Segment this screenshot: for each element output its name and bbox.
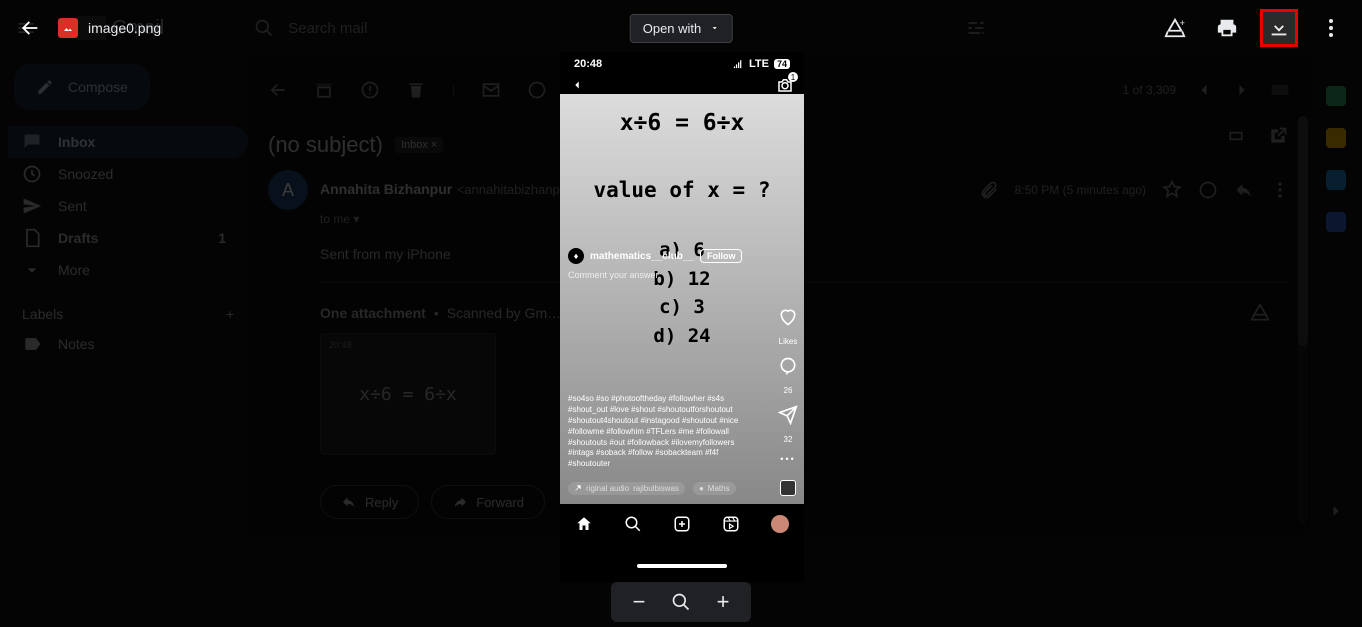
open-with-button[interactable]: Open with — [630, 14, 733, 43]
question-text: value of x = ? — [560, 136, 804, 202]
follow-pill: Follow — [700, 249, 743, 263]
share-icon — [778, 405, 798, 425]
comments-count: 26 — [784, 386, 793, 395]
zoom-controls: − + — [611, 582, 751, 622]
download-icon — [1268, 17, 1290, 39]
likes-label: Likes — [779, 337, 798, 346]
audio-original: riginal audio — [586, 484, 629, 493]
reel-author: ♦ mathematics__club__ Follow — [568, 248, 742, 264]
more-button[interactable] — [1312, 9, 1350, 47]
heart-icon — [778, 307, 798, 327]
svg-text:+: + — [1180, 18, 1185, 28]
open-with-label: Open with — [643, 21, 702, 36]
zoom-in-button[interactable]: + — [711, 590, 735, 614]
reel-content: x÷6 = 6÷x value of x = ? a) 6 b) 12 c) 3… — [560, 94, 804, 504]
dot-icon — [1329, 19, 1333, 23]
reel-actions-rail: Likes 26 32 ••• — [778, 307, 798, 464]
camera-icon: 1 — [776, 76, 794, 94]
home-icon — [575, 515, 593, 533]
shares-count: 32 — [784, 435, 793, 444]
status-network: LTE — [749, 58, 769, 70]
arrow-up-right-icon — [574, 484, 582, 492]
magnifier-icon — [671, 592, 691, 612]
preview-filename: image0.png — [88, 20, 161, 36]
add-post-icon — [673, 515, 691, 533]
preview-back-button[interactable] — [12, 10, 48, 46]
equation-text: x÷6 = 6÷x — [560, 94, 804, 136]
option-c: c) 3 — [560, 293, 804, 322]
printer-icon — [1216, 17, 1238, 39]
status-time: 20:48 — [574, 58, 602, 70]
more-horiz-icon: ••• — [780, 454, 795, 464]
hashtags-text: #so4so #so #photooftheday #followher #s4… — [568, 394, 754, 470]
add-to-drive-button[interactable]: + — [1156, 9, 1194, 47]
drive-icon: + — [1164, 17, 1186, 39]
audio-user: rajibulbiswas — [633, 484, 679, 493]
search-nav-icon — [624, 515, 642, 533]
phone-status-bar: 20:48 LTE 74 — [560, 52, 804, 72]
zoom-reset-button[interactable] — [669, 590, 693, 614]
reel-audio-row: riginal audio rajibulbiswas ● Maths — [568, 480, 796, 496]
preview-image[interactable]: 20:48 LTE 74 1 x÷6 = 6÷x value of x = ? … — [560, 52, 804, 582]
print-button[interactable] — [1208, 9, 1246, 47]
audio-chip: riginal audio rajibulbiswas — [568, 482, 685, 495]
option-d: d) 24 — [560, 322, 804, 351]
instagram-footer — [560, 544, 804, 574]
caret-down-icon — [709, 23, 719, 33]
reels-nav-icon — [722, 515, 740, 533]
comment-icon — [778, 356, 798, 376]
zoom-out-button[interactable]: − — [627, 590, 651, 614]
author-name: mathematics__club__ — [590, 251, 694, 262]
signal-icon — [732, 59, 744, 69]
image-file-icon — [58, 18, 78, 38]
download-button[interactable] — [1260, 9, 1298, 47]
arrow-back-icon — [19, 17, 41, 39]
comment-prompt: Comment your answer — [568, 270, 659, 280]
status-battery: 74 — [774, 59, 790, 69]
preview-actions: + — [1156, 9, 1350, 47]
topic-chip: ● Maths — [693, 482, 736, 495]
chevron-left-icon — [570, 78, 584, 92]
reel-header: 1 — [560, 72, 804, 94]
profile-avatar-icon — [771, 515, 789, 533]
audio-thumb-icon — [780, 480, 796, 496]
instagram-nav — [560, 504, 804, 544]
author-avatar: ♦ — [568, 248, 584, 264]
preview-topbar: image0.png Open with + — [0, 0, 1362, 56]
topic-text: Maths — [708, 484, 730, 493]
